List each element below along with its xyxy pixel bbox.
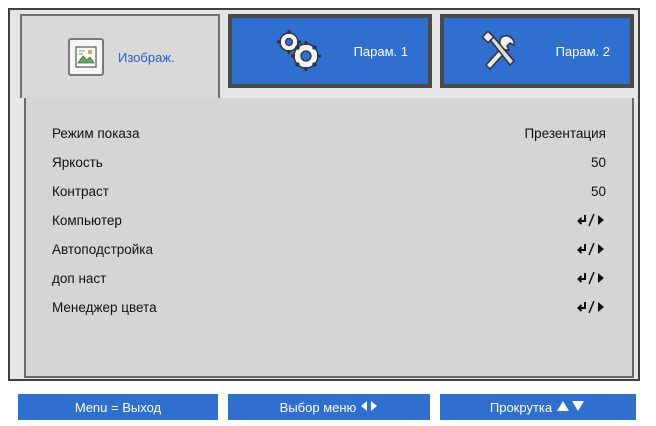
menu-item-auto-adjust[interactable]: Автоподстройка [52, 236, 606, 262]
exit-hint-label: Menu = Выход [74, 399, 162, 415]
menu-panel: Режим показа Презентация Яркость 50 Конт… [24, 98, 634, 378]
gears-icon [276, 29, 322, 73]
menu-item-advanced[interactable]: доп наст [52, 265, 606, 291]
menu-item-label: Контраст [52, 183, 109, 199]
menu-item-label: Компьютер [52, 212, 122, 228]
tab-image[interactable]: Изображ. [20, 14, 220, 98]
menu-item-value: Презентация [524, 125, 606, 141]
menu-item-color-manager[interactable]: Менеджер цвета [52, 294, 606, 320]
menu-item-brightness[interactable]: Яркость 50 [52, 149, 606, 175]
menu-item-label: Менеджер цвета [52, 299, 157, 315]
enter-right-icon [576, 242, 606, 256]
up-down-icon [556, 400, 586, 415]
menu-item-label: Автоподстройка [52, 241, 154, 257]
menu-item-label: Яркость [52, 154, 103, 170]
menu-item-label: доп наст [52, 270, 107, 286]
tab-settings-1[interactable]: Парам. 1 [228, 14, 432, 88]
menu-item-contrast[interactable]: Контраст 50 [52, 178, 606, 204]
tools-icon [480, 31, 522, 71]
menu-item-value: 50 [590, 154, 606, 170]
enter-right-icon [576, 213, 606, 227]
menu-item-label: Режим показа [52, 125, 140, 141]
select-menu-label: Выбор меню [279, 399, 357, 415]
tab-label: Изображ. [118, 49, 175, 65]
select-menu-hint: Выбор меню [228, 394, 430, 420]
tab-label: Парам. 1 [353, 43, 408, 59]
enter-right-icon [576, 300, 606, 314]
scroll-hint: Прокрутка [440, 394, 636, 420]
enter-right-icon [576, 271, 606, 285]
scroll-label: Прокрутка [489, 399, 553, 415]
exit-hint: Menu = Выход [18, 394, 218, 420]
menu-item-value: 50 [590, 183, 606, 199]
tab-settings-2[interactable]: Парам. 2 [440, 14, 634, 88]
menu-item-display-mode[interactable]: Режим показа Презентация [52, 120, 606, 146]
image-icon [68, 38, 104, 76]
tab-label: Парам. 2 [555, 43, 610, 59]
left-right-icon [360, 400, 378, 415]
menu-item-computer[interactable]: Компьютер [52, 207, 606, 233]
